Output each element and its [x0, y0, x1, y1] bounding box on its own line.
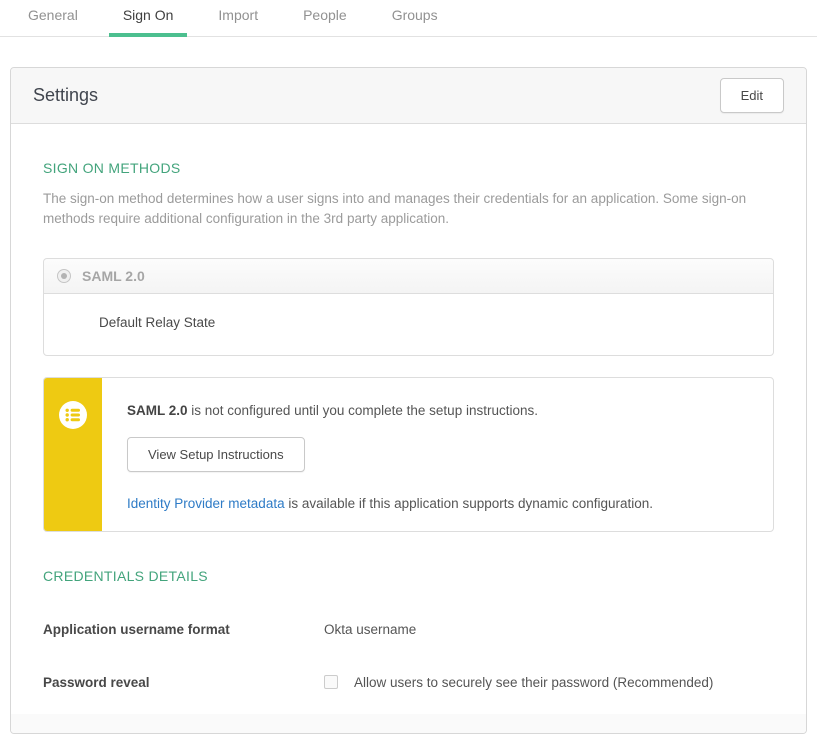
panel-footer [11, 714, 806, 735]
tab-groups[interactable]: Groups [378, 0, 452, 36]
saml-method-header: SAML 2.0 [44, 259, 773, 294]
settings-panel-header: Settings Edit [11, 68, 806, 124]
callout-message-rest: is not configured until you complete the… [188, 403, 538, 418]
settings-panel: Settings Edit SIGN ON METHODS The sign-o… [10, 67, 807, 734]
saml-method-box: SAML 2.0 Default Relay State [43, 258, 774, 356]
callout-content: SAML 2.0 is not configured until you com… [102, 378, 683, 531]
settings-panel-body: SIGN ON METHODS The sign-on method deter… [11, 124, 806, 690]
tab-import[interactable]: Import [204, 0, 272, 36]
sign-on-methods-heading: SIGN ON METHODS [43, 160, 774, 176]
tab-people[interactable]: People [289, 0, 361, 36]
tab-sign-on[interactable]: Sign On [109, 0, 188, 36]
username-format-value: Okta username [324, 622, 416, 637]
identity-provider-metadata-link[interactable]: Identity Provider metadata [127, 496, 285, 511]
password-reveal-row: Password reveal Allow users to securely … [43, 675, 774, 690]
saml-radio[interactable] [57, 269, 71, 283]
idp-metadata-line: Identity Provider metadata is available … [127, 496, 653, 511]
saml-setup-callout: SAML 2.0 is not configured until you com… [43, 377, 774, 532]
username-format-label: Application username format [43, 622, 324, 637]
password-reveal-label: Password reveal [43, 675, 324, 690]
panel-title: Settings [33, 85, 98, 106]
sign-on-methods-description: The sign-on method determines how a user… [43, 189, 774, 230]
app-tabs: General Sign On Import People Groups [0, 0, 817, 37]
callout-warning-bar [44, 378, 102, 531]
setup-list-icon [59, 401, 87, 429]
tab-general[interactable]: General [14, 0, 92, 36]
edit-button[interactable]: Edit [720, 78, 784, 113]
password-reveal-checkbox-wrap: Allow users to securely see their passwo… [324, 675, 713, 690]
password-reveal-checkbox[interactable] [324, 675, 338, 689]
saml-method-name: SAML 2.0 [82, 268, 145, 284]
view-setup-instructions-button[interactable]: View Setup Instructions [127, 437, 305, 472]
default-relay-state-label: Default Relay State [44, 294, 773, 355]
callout-message: SAML 2.0 is not configured until you com… [127, 403, 653, 418]
password-reveal-checkbox-label: Allow users to securely see their passwo… [354, 675, 713, 690]
idp-metadata-line-rest: is available if this application support… [285, 496, 653, 511]
username-format-row: Application username format Okta usernam… [43, 622, 774, 637]
callout-message-bold: SAML 2.0 [127, 403, 188, 418]
credentials-details-heading: CREDENTIALS DETAILS [43, 568, 774, 584]
